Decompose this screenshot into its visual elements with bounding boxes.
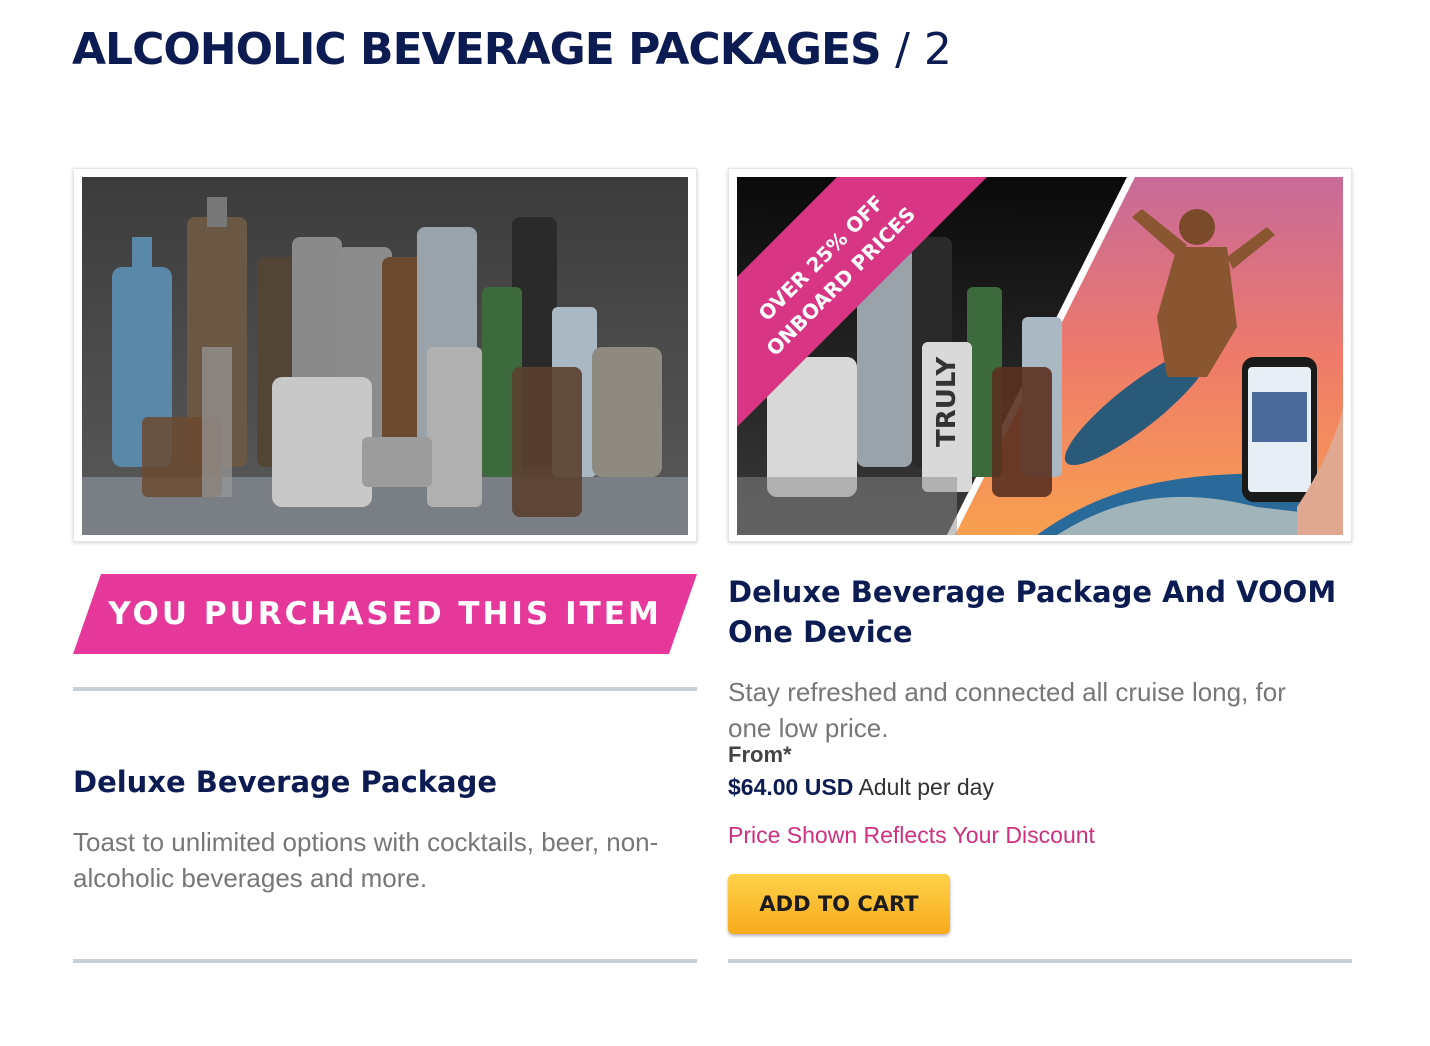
price-from-label: From*	[728, 742, 792, 767]
product-image-frame[interactable]	[73, 168, 697, 542]
product-card-deluxe-beverage-voom: TRULY OVER 25% OFF ONBOARD PRICES Deluxe…	[728, 168, 1352, 963]
beverage-bottles-photo	[82, 177, 688, 535]
price-line: $64.00 USD Adult per day	[728, 774, 994, 801]
product-card-deluxe-beverage: YOU PURCHASED THIS ITEM Deluxe Beverage …	[73, 168, 697, 963]
purchased-banner-text: YOU PURCHASED THIS ITEM	[108, 596, 662, 632]
divider	[73, 959, 697, 963]
product-image-frame[interactable]: TRULY OVER 25% OFF ONBOARD PRICES	[728, 168, 1352, 542]
product-title[interactable]: Deluxe Beverage Package	[73, 762, 683, 802]
divider	[728, 959, 1352, 963]
product-description: Toast to unlimited options with cocktail…	[73, 827, 659, 893]
price-amount: $64.00 USD	[728, 774, 854, 800]
price-unit: Adult per day	[858, 774, 994, 800]
package-count: / 2	[895, 24, 952, 75]
discount-note: Price Shown Reflects Your Discount	[728, 822, 1095, 848]
product-description: Stay refreshed and connected all cruise …	[728, 677, 1286, 743]
divider	[73, 687, 697, 691]
add-to-cart-button[interactable]: ADD TO CART	[728, 874, 950, 934]
beverage-and-surfer-photo: TRULY OVER 25% OFF ONBOARD PRICES	[737, 177, 1343, 535]
page-title: ALCOHOLIC BEVERAGE PACKAGES / 2	[72, 24, 952, 76]
product-title[interactable]: Deluxe Beverage Package And VOOM One Dev…	[728, 572, 1338, 652]
page-title-text: ALCOHOLIC BEVERAGE PACKAGES	[72, 24, 882, 75]
truly-can-label: TRULY	[932, 356, 962, 447]
purchased-banner: YOU PURCHASED THIS ITEM	[73, 574, 697, 654]
